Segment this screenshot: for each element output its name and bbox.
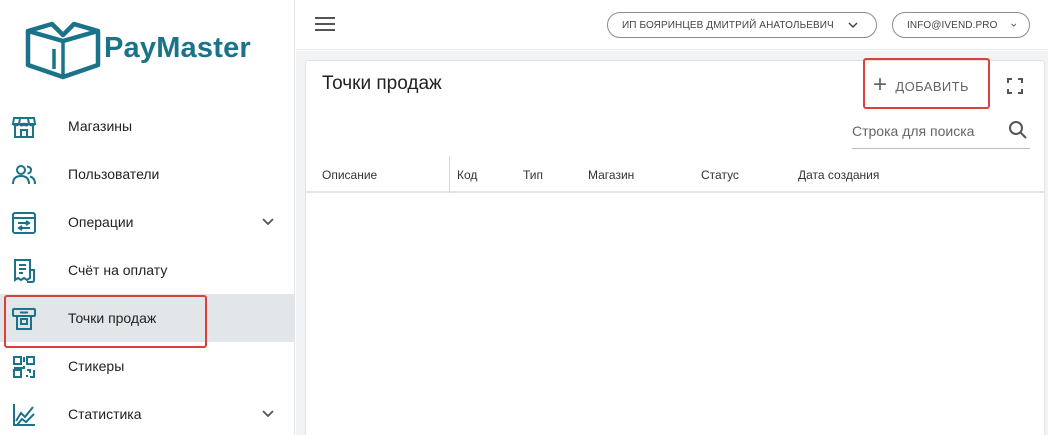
page-title: Точки продаж bbox=[322, 73, 442, 94]
operations-icon bbox=[11, 210, 37, 236]
invoice-icon bbox=[11, 258, 37, 284]
chevron-down-icon[interactable] bbox=[261, 407, 275, 421]
point-of-sale-icon bbox=[11, 306, 37, 332]
column-header-description[interactable]: Описание bbox=[322, 168, 377, 182]
wallet-logo-icon bbox=[25, 21, 101, 80]
plus-icon: + bbox=[873, 70, 888, 98]
sidebar-item-statistics[interactable]: Статистика bbox=[0, 390, 295, 435]
chevron-down-icon bbox=[1011, 23, 1017, 27]
company-name: ИП БОЯРИНЦЕВ ДМИТРИЙ АНАТОЛЬЕВИЧ bbox=[622, 19, 834, 31]
table-header: Описание Код Тип Магазин Статус Дата соз… bbox=[306, 156, 1044, 193]
sidebar-item-label: Пользователи bbox=[68, 166, 160, 182]
qr-sticker-icon bbox=[11, 354, 37, 380]
sidebar-nav: Магазины Пользователи Операции Счёт на о… bbox=[0, 102, 295, 435]
add-button[interactable]: + ДОБАВИТЬ bbox=[873, 71, 969, 101]
search-input[interactable] bbox=[852, 118, 1002, 144]
menu-icon[interactable] bbox=[315, 17, 335, 33]
search-field bbox=[852, 115, 1030, 149]
paymaster-logo[interactable]: PayMaster bbox=[24, 12, 251, 84]
store-icon bbox=[11, 114, 37, 140]
chevron-down-icon[interactable] bbox=[261, 215, 275, 229]
sidebar-item-label: Счёт на оплату bbox=[68, 262, 168, 278]
sidebar-item-stores[interactable]: Магазины bbox=[0, 102, 295, 150]
sidebar-item-operations[interactable]: Операции bbox=[0, 198, 295, 246]
column-header-type[interactable]: Тип bbox=[523, 168, 543, 182]
account-email: INFO@IVEND.PRO bbox=[907, 19, 998, 31]
column-resize-handle[interactable] bbox=[449, 156, 450, 193]
sidebar-item-label: Магазины bbox=[68, 118, 133, 134]
column-header-code[interactable]: Код bbox=[457, 168, 477, 182]
add-button-label: ДОБАВИТЬ bbox=[895, 78, 969, 94]
column-header-status[interactable]: Статус bbox=[701, 168, 739, 182]
fullscreen-icon[interactable] bbox=[1006, 77, 1024, 95]
account-selector[interactable]: INFO@IVEND.PRO bbox=[892, 12, 1030, 38]
sidebar-item-label: Точки продаж bbox=[68, 310, 157, 326]
chevron-down-icon bbox=[848, 22, 858, 29]
column-header-created-date[interactable]: Дата создания bbox=[798, 168, 879, 182]
sidebar: PayMaster Магазины Пользователи Операции… bbox=[0, 0, 295, 435]
statistics-icon bbox=[11, 402, 37, 428]
users-icon bbox=[11, 162, 37, 188]
brand-name: PayMaster bbox=[104, 31, 251, 64]
sidebar-item-stickers[interactable]: Стикеры bbox=[0, 342, 295, 390]
sidebar-item-users[interactable]: Пользователи bbox=[0, 150, 295, 198]
search-icon[interactable] bbox=[1008, 120, 1028, 140]
column-header-store[interactable]: Магазин bbox=[588, 168, 634, 182]
topbar: ИП БОЯРИНЦЕВ ДМИТРИЙ АНАТОЛЬЕВИЧ INFO@IV… bbox=[296, 0, 1048, 50]
company-selector[interactable]: ИП БОЯРИНЦЕВ ДМИТРИЙ АНАТОЛЬЕВИЧ bbox=[607, 12, 877, 38]
sidebar-item-label: Операции bbox=[68, 214, 134, 230]
sidebar-item-label: Статистика bbox=[68, 406, 142, 422]
points-of-sale-card: Точки продаж + ДОБАВИТЬ Описание Код Тип… bbox=[305, 60, 1045, 435]
sidebar-item-invoice[interactable]: Счёт на оплату bbox=[0, 246, 295, 294]
sidebar-item-label: Стикеры bbox=[68, 358, 125, 374]
sidebar-item-points-of-sale[interactable]: Точки продаж bbox=[0, 294, 295, 342]
